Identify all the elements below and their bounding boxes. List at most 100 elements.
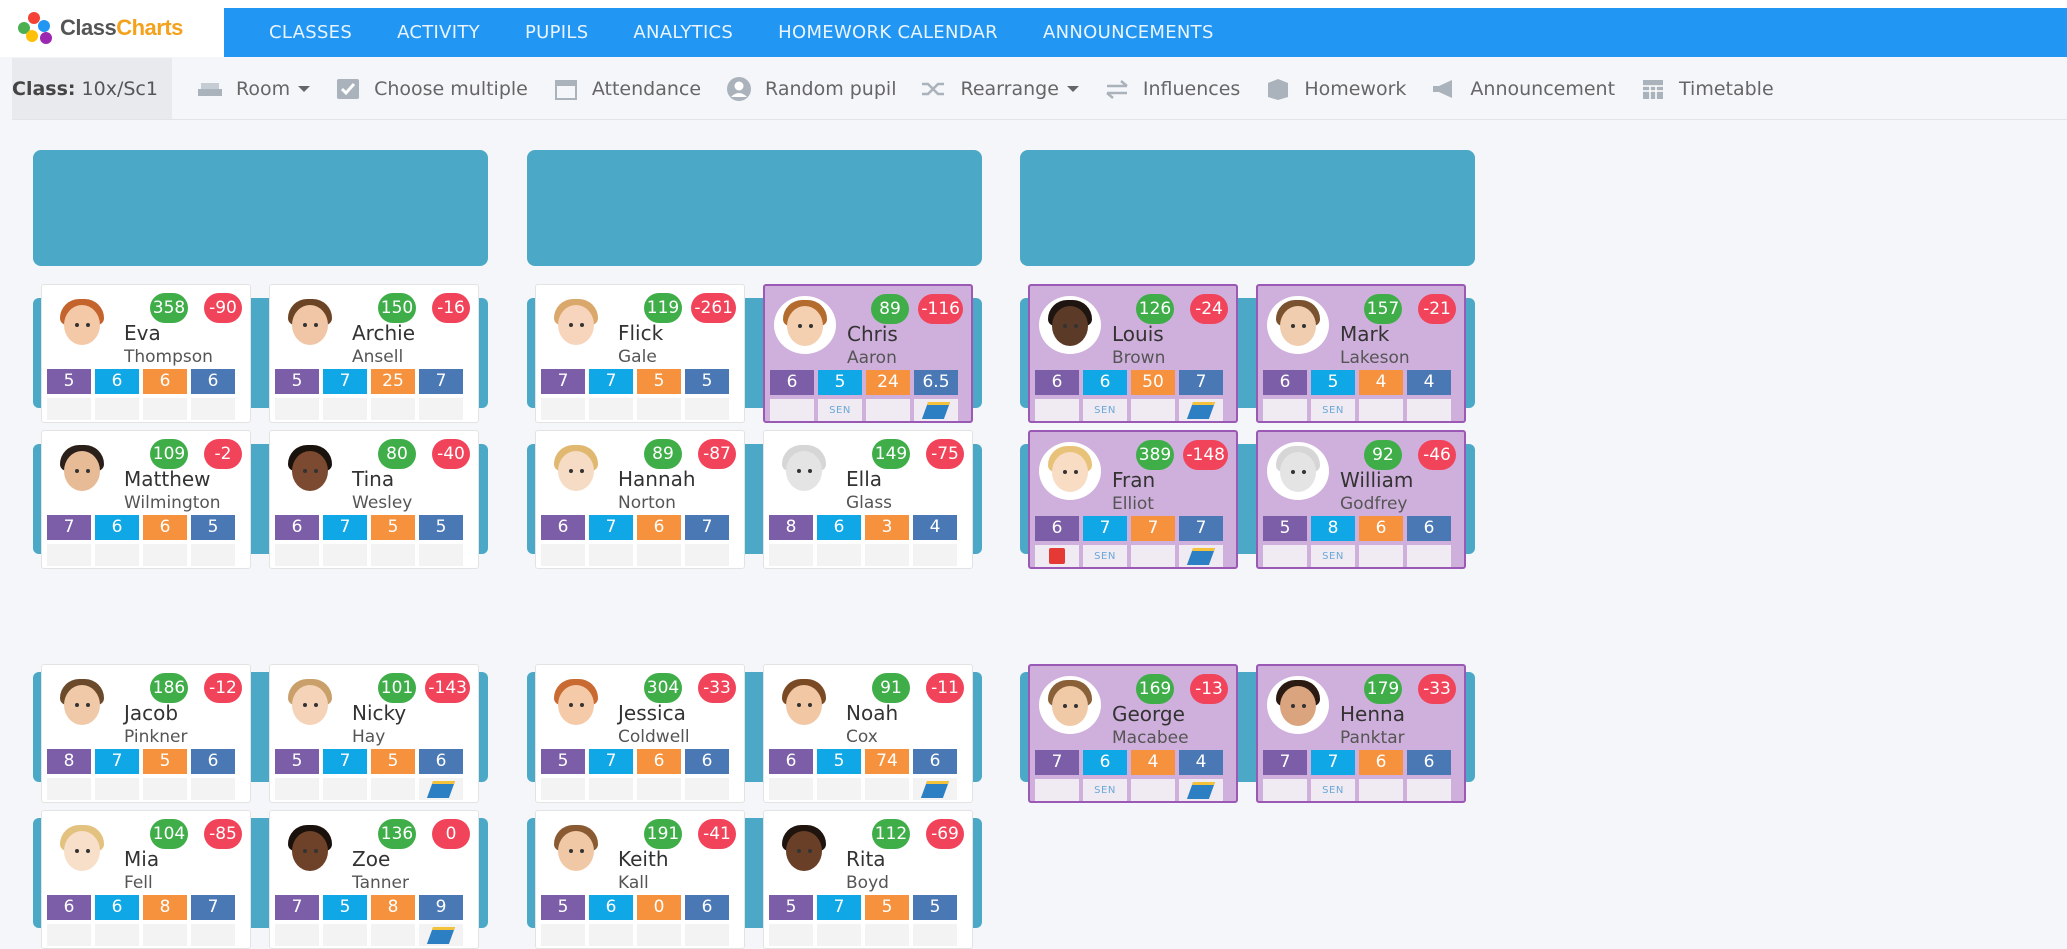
- pupil-card[interactable]: 149 -75 Ella Glass 8 6 3 4: [763, 430, 973, 569]
- negative-points-badge[interactable]: -75: [926, 439, 964, 469]
- positive-points-badge[interactable]: 112: [872, 819, 910, 849]
- negative-points-badge[interactable]: -69: [926, 819, 964, 849]
- positive-points-badge[interactable]: 126: [1136, 294, 1174, 324]
- stat-badge: 7: [817, 895, 861, 920]
- indicator-slot: [1179, 779, 1223, 801]
- negative-points-badge[interactable]: -116: [918, 294, 963, 324]
- positive-points-badge[interactable]: 149: [872, 439, 910, 469]
- classcharts-logo[interactable]: ClassCharts: [18, 9, 218, 47]
- positive-points-badge[interactable]: 109: [150, 439, 188, 469]
- nav-analytics[interactable]: ANALYTICS: [633, 22, 733, 43]
- positive-points-badge[interactable]: 80: [378, 439, 416, 469]
- positive-points-badge[interactable]: 89: [871, 294, 909, 324]
- pupil-card[interactable]: 101 -143 Nicky Hay 5 7 5 6: [269, 664, 479, 803]
- pupil-card[interactable]: 169 -13 George Macabee 7 6 4 4 SEN: [1028, 664, 1238, 803]
- negative-points-badge[interactable]: -12: [204, 673, 242, 703]
- indicator-slot: [769, 778, 813, 800]
- influences-button[interactable]: Influences: [1103, 78, 1240, 100]
- rearrange-dropdown[interactable]: Rearrange: [920, 78, 1079, 100]
- negative-points-badge[interactable]: -261: [691, 293, 736, 323]
- class-selector[interactable]: Class: 10x/Sc1: [12, 58, 172, 119]
- indicator-slot: SEN: [1311, 779, 1355, 801]
- stat-badge: 6: [685, 749, 729, 774]
- pupil-card[interactable]: 304 -33 Jessica Coldwell 5 7 6 6: [535, 664, 745, 803]
- negative-points-badge[interactable]: -13: [1190, 674, 1228, 704]
- pupil-card[interactable]: 186 -12 Jacob Pinkner 8 7 5 6: [41, 664, 251, 803]
- negative-points-badge[interactable]: -33: [1418, 674, 1456, 704]
- nav-homework-calendar[interactable]: HOMEWORK CALENDAR: [778, 22, 998, 43]
- pupil-first-name: Henna: [1340, 702, 1405, 726]
- pupil-stats: 5756: [275, 749, 467, 774]
- pupil-avatar: [1267, 296, 1329, 354]
- nav-pupils[interactable]: PUPILS: [525, 22, 588, 43]
- stat-badge: 7: [1179, 516, 1223, 541]
- stat-badge: 6: [817, 515, 861, 540]
- negative-points-badge[interactable]: -24: [1190, 294, 1228, 324]
- negative-points-badge[interactable]: -41: [698, 819, 736, 849]
- pupil-stats: 6687: [47, 895, 239, 920]
- positive-points-badge[interactable]: 92: [1364, 440, 1402, 470]
- indicator-slot: [47, 398, 91, 420]
- pupil-card[interactable]: 179 -33 Henna Panktar 7 7 6 6 SEN: [1256, 664, 1466, 803]
- pupil-card[interactable]: 89 -87 Hannah Norton 6 7 6 7: [535, 430, 745, 569]
- attendance-button[interactable]: Attendance: [552, 78, 701, 100]
- pupil-card[interactable]: 150 -16 Archie Ansell 5 7 25 7: [269, 284, 479, 423]
- pupil-card[interactable]: 89 -116 Chris Aaron 6 5 24 6.5 SEN: [763, 284, 973, 423]
- positive-points-badge[interactable]: 169: [1136, 674, 1174, 704]
- positive-points-badge[interactable]: 89: [644, 439, 682, 469]
- pupil-card[interactable]: 157 -21 Mark Lakeson 6 5 4 4 SEN: [1256, 284, 1466, 423]
- random-pupil-button[interactable]: Random pupil: [725, 76, 896, 101]
- negative-points-badge[interactable]: -148: [1183, 440, 1228, 470]
- pupil-card[interactable]: 389 -148 Fran Elliot 6 7 7 7 SEN: [1028, 430, 1238, 569]
- pupil-card[interactable]: 104 -85 Mia Fell 6 6 8 7: [41, 810, 251, 949]
- positive-points-badge[interactable]: 304: [644, 673, 682, 703]
- pupil-card[interactable]: 358 -90 Eva Thompson 5 6 6 6: [41, 284, 251, 423]
- pupil-card[interactable]: 119 -261 Flick Gale 7 7 5 5: [535, 284, 745, 423]
- pupil-card[interactable]: 91 -11 Noah Cox 6 5 74 6: [763, 664, 973, 803]
- negative-points-badge[interactable]: -40: [432, 439, 470, 469]
- positive-points-badge[interactable]: 91: [872, 673, 910, 703]
- pupil-avatar: [773, 821, 835, 879]
- room-dropdown[interactable]: Room: [196, 78, 311, 100]
- pupil-indicators: [275, 544, 467, 566]
- pupil-avatar: [773, 441, 835, 499]
- negative-points-badge[interactable]: -85: [204, 819, 242, 849]
- pupil-card[interactable]: 109 -2 Matthew Wilmington 7 6 6 5: [41, 430, 251, 569]
- negative-points-badge[interactable]: -2: [204, 439, 242, 469]
- pupil-card[interactable]: 191 -41 Keith Kall 5 6 0 6: [535, 810, 745, 949]
- positive-points-badge[interactable]: 389: [1136, 440, 1174, 470]
- nav-activity[interactable]: ACTIVITY: [397, 22, 480, 43]
- negative-points-badge[interactable]: 0: [432, 819, 470, 849]
- negative-points-badge[interactable]: -143: [425, 673, 470, 703]
- negative-points-badge[interactable]: -21: [1418, 294, 1456, 324]
- pupil-card[interactable]: 126 -24 Louis Brown 6 6 50 7 SEN: [1028, 284, 1238, 423]
- negative-points-badge[interactable]: -11: [926, 673, 964, 703]
- positive-points-badge[interactable]: 191: [644, 819, 682, 849]
- announcement-button[interactable]: Announcement: [1430, 78, 1615, 100]
- choose-multiple-button[interactable]: Choose multiple: [334, 78, 528, 100]
- negative-points-badge[interactable]: -90: [204, 293, 242, 323]
- negative-points-badge[interactable]: -46: [1418, 440, 1456, 470]
- positive-points-badge[interactable]: 358: [150, 293, 188, 323]
- negative-points-badge[interactable]: -87: [698, 439, 736, 469]
- positive-points-badge[interactable]: 119: [644, 293, 682, 323]
- negative-points-badge[interactable]: -16: [432, 293, 470, 323]
- nav-classes[interactable]: CLASSES: [269, 22, 352, 43]
- pupil-card[interactable]: 92 -46 William Godfrey 5 8 6 6 SEN: [1256, 430, 1466, 569]
- positive-points-badge[interactable]: 104: [150, 819, 188, 849]
- nav-announcements[interactable]: ANNOUNCEMENTS: [1043, 22, 1214, 43]
- pupil-card[interactable]: 136 0 Zoe Tanner 7 5 8 9: [269, 810, 479, 949]
- timetable-button[interactable]: Timetable: [1639, 78, 1774, 100]
- positive-points-badge[interactable]: 186: [150, 673, 188, 703]
- positive-points-badge[interactable]: 101: [378, 673, 416, 703]
- pupil-card[interactable]: 112 -69 Rita Boyd 5 7 5 5: [763, 810, 973, 949]
- positive-points-badge[interactable]: 157: [1364, 294, 1402, 324]
- positive-points-badge[interactable]: 179: [1364, 674, 1402, 704]
- homework-button[interactable]: Homework: [1264, 78, 1406, 100]
- pupil-card[interactable]: 80 -40 Tina Wesley 6 7 5 5: [269, 430, 479, 569]
- negative-points-badge[interactable]: -33: [698, 673, 736, 703]
- indicator-slot: [913, 544, 957, 566]
- positive-points-badge[interactable]: 150: [378, 293, 416, 323]
- logo-stars-icon: [18, 12, 54, 44]
- positive-points-badge[interactable]: 136: [378, 819, 416, 849]
